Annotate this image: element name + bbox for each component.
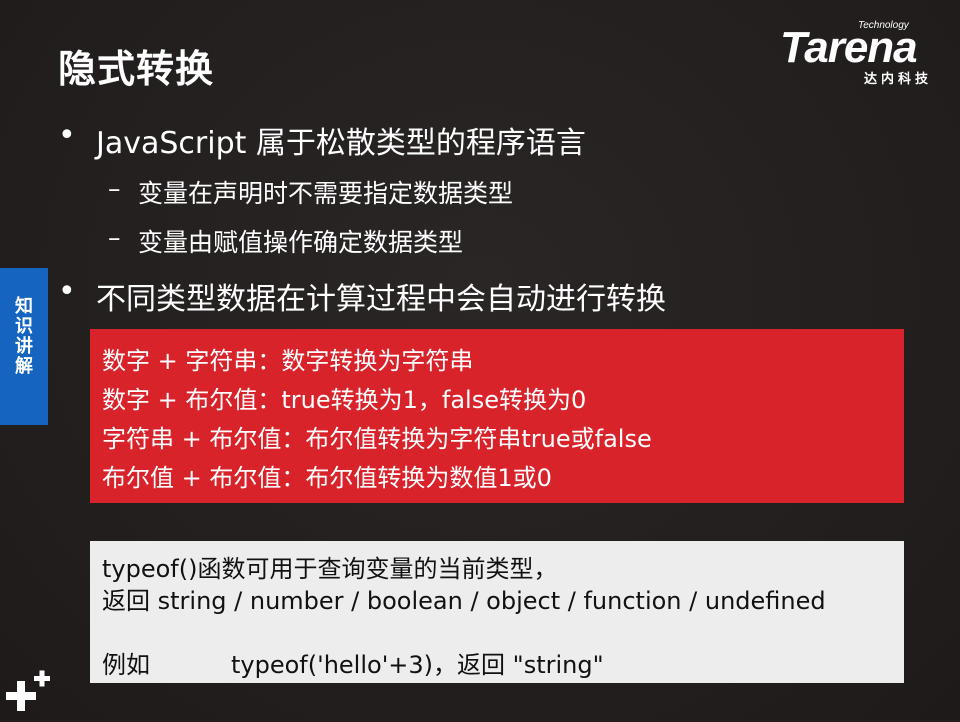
typeof-example-code: typeof('hello'+3)，返回 "string" (231, 651, 604, 679)
typeof-example-label: 例如 (102, 651, 150, 679)
logo-brand: Tarena (780, 23, 918, 72)
sub-bullet-text: 变量在声明时不需要指定数据类型 (138, 179, 514, 208)
bullet-text: JavaScript 属于松散类型的程序语言 (96, 126, 586, 161)
bullet-dot: • (58, 274, 76, 309)
bullet-text: 不同类型数据在计算过程中会自动进行转换 (96, 282, 666, 317)
rule-line: 字符串 + 布尔值：布尔值转换为字符串true或false (102, 425, 652, 453)
sub-bullet-dash: – (108, 174, 121, 203)
conversion-rules-box: 数字 + 字符串：数字转换为字符串 数字 + 布尔值：true转换为1，fals… (90, 329, 904, 503)
tarena-logo: Tarena Technology 达内科技 (772, 20, 948, 87)
plus-plus-icon (6, 668, 56, 718)
rule-line: 布尔值 + 布尔值：布尔值转换为数值1或0 (102, 464, 552, 492)
rule-line: 数字 + 布尔值：true转换为1，false转换为0 (102, 386, 587, 414)
side-tab: 知识讲解 (0, 268, 48, 425)
side-tab-label: 知识讲解 (12, 296, 33, 376)
slide: 隐式转换 Tarena Technology 达内科技 知识讲解 • JavaS… (0, 0, 960, 720)
rule-line: 数字 + 字符串：数字转换为字符串 (102, 347, 474, 375)
page-title: 隐式转换 (58, 47, 215, 91)
sub-bullet-dash: – (108, 223, 121, 252)
typeof-line-2: 返回 string / number / boolean / object / … (102, 587, 826, 615)
typeof-note-box: typeof()函数可用于查询变量的当前类型， 返回 string / numb… (90, 541, 904, 683)
typeof-line-1: typeof()函数可用于查询变量的当前类型， (102, 555, 558, 583)
bullet-dot: • (58, 118, 76, 153)
logo-subtitle: 达内科技 (864, 72, 933, 87)
sub-bullet-text: 变量由赋值操作确定数据类型 (138, 228, 464, 257)
logo-technology: Technology (858, 20, 909, 31)
